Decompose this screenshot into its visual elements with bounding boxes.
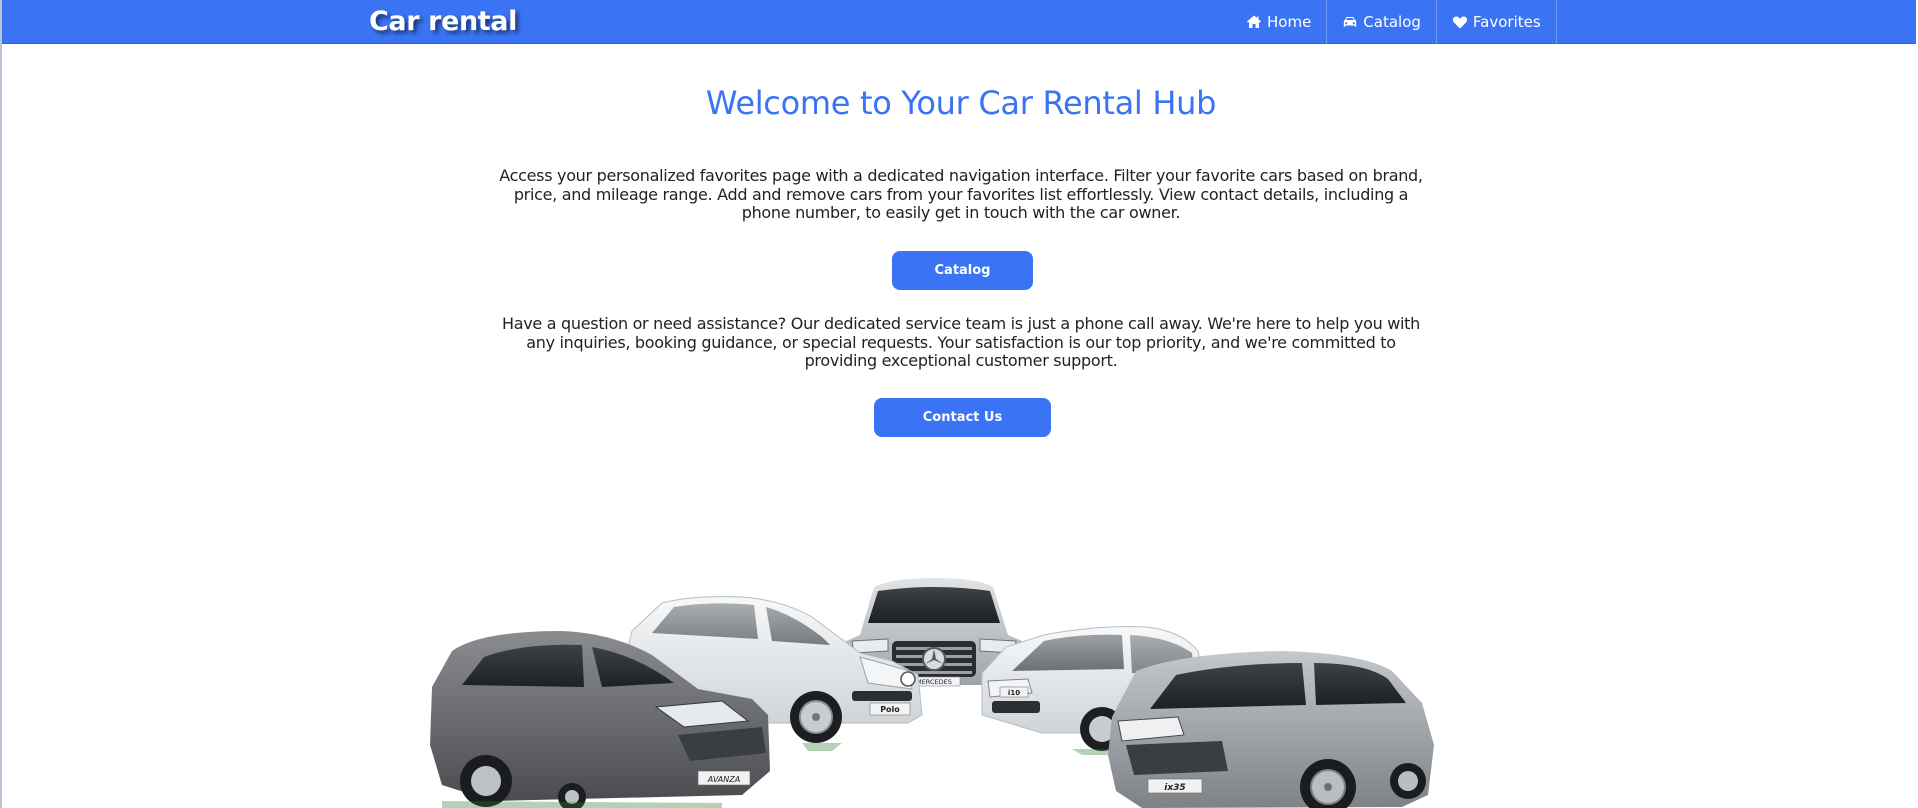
contact-us-button[interactable]: Contact Us [874, 398, 1051, 437]
plate-polo: Polo [880, 705, 900, 714]
top-navbar: Car rental Home Catalog Favorites [2, 0, 1916, 44]
nav-home[interactable]: Home [1231, 0, 1328, 44]
nav-links: Home Catalog Favorites [1231, 0, 1557, 44]
plate-i10: i10 [1008, 689, 1020, 697]
home-icon [1246, 14, 1262, 30]
page-frame: Car rental Home Catalog Favorites Welcom… [0, 0, 1916, 808]
support-text: Have a question or need assistance? Our … [502, 314, 1420, 370]
heart-icon [1452, 14, 1468, 30]
plate-mercedes: MERCEDES [916, 678, 952, 686]
brand-logo[interactable]: Car rental [369, 2, 517, 42]
nav-favorites[interactable]: Favorites [1437, 0, 1557, 44]
nav-catalog[interactable]: Catalog [1327, 0, 1437, 44]
nav-catalog-label: Catalog [1363, 13, 1421, 31]
catalog-button[interactable]: Catalog [892, 251, 1033, 290]
nav-favorites-label: Favorites [1472, 13, 1541, 31]
plate-ix35: ix35 [1164, 783, 1185, 793]
page-title: Welcome to Your Car Rental Hub [705, 84, 1217, 122]
car-ix35: ix35 [1108, 651, 1434, 808]
plate-avanza: AVANZA [707, 775, 740, 784]
cars-lineup-image: MERCEDES Polo AVANZA i10 ix35 [430, 578, 1434, 808]
intro-text: Access your personalized favorites page … [499, 166, 1423, 222]
car-icon [1342, 14, 1358, 30]
nav-home-label: Home [1267, 13, 1312, 31]
